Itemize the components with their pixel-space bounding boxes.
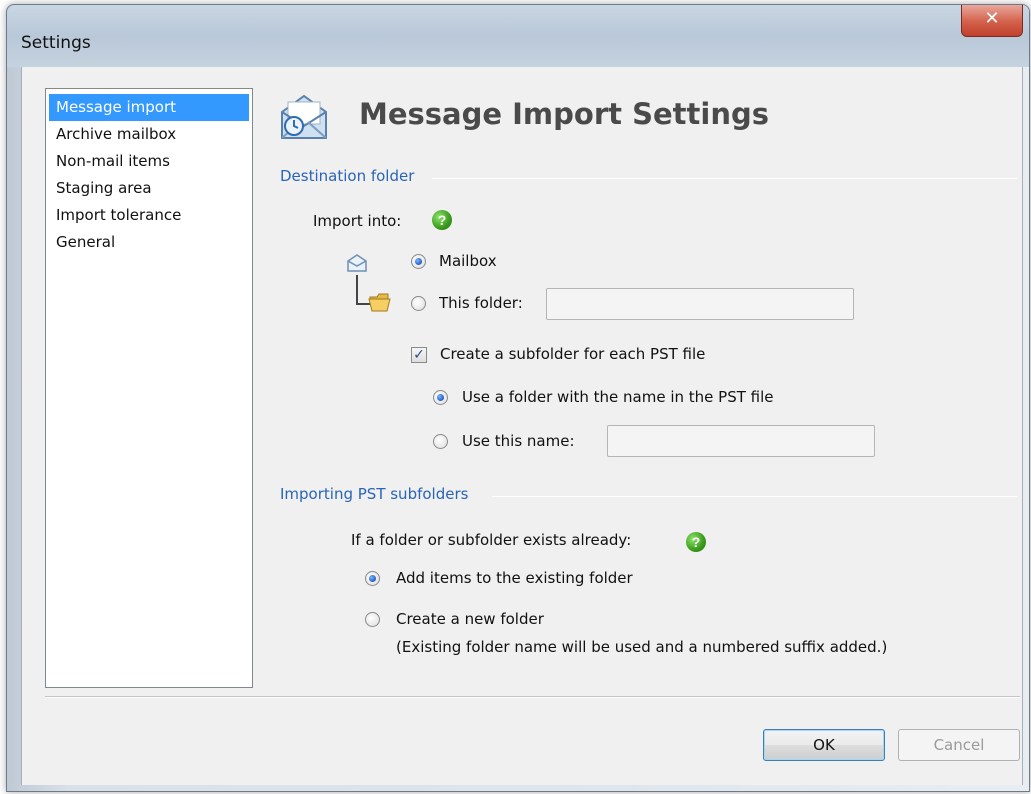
create-subfolder-label[interactable]: Create a subfolder for each PST file (440, 345, 705, 363)
use-this-name-radio[interactable] (433, 434, 448, 449)
help-icon[interactable]: ? (686, 532, 706, 552)
create-new-folder-label[interactable]: Create a new folder (396, 610, 544, 628)
use-pst-name-label[interactable]: Use a folder with the name in the PST fi… (462, 388, 774, 406)
pst-subfolders-group-title: Importing PST subfolders (280, 485, 477, 503)
import-into-label: Import into: (313, 212, 402, 230)
sidebar-item-import-tolerance[interactable]: Import tolerance (49, 202, 249, 229)
add-items-label[interactable]: Add items to the existing folder (396, 569, 633, 587)
this-folder-radio[interactable] (411, 296, 426, 311)
create-new-folder-radio[interactable] (365, 612, 380, 627)
tree-connector (356, 275, 358, 305)
group-divider (492, 496, 1017, 497)
help-icon[interactable]: ? (432, 210, 452, 230)
sidebar-item-archive-mailbox[interactable]: Archive mailbox (49, 121, 249, 148)
settings-dialog: Settings ✕ Message import Archive mailbo… (6, 4, 1030, 792)
sidebar-item-staging-area[interactable]: Staging area (49, 175, 249, 202)
cancel-button[interactable]: Cancel (898, 729, 1020, 761)
page-title: Message Import Settings (359, 97, 769, 131)
mailbox-radio[interactable] (411, 254, 426, 269)
mailbox-radio-label[interactable]: Mailbox (439, 252, 497, 270)
use-pst-name-radio[interactable] (433, 390, 448, 405)
use-this-name-label[interactable]: Use this name: (462, 432, 575, 450)
sidebar-item-message-import[interactable]: Message import (49, 94, 249, 121)
use-this-name-input[interactable] (607, 425, 875, 457)
this-folder-input[interactable] (546, 288, 854, 320)
dialog-body: Message import Archive mailbox Non-mail … (21, 67, 1023, 785)
sidebar-item-general[interactable]: General (49, 229, 249, 256)
add-items-radio[interactable] (365, 571, 380, 586)
envelope-clock-icon (281, 94, 327, 139)
this-folder-radio-label[interactable]: This folder: (439, 294, 523, 312)
footer-separator (45, 696, 1020, 698)
window-title: Settings (21, 33, 91, 53)
mailbox-envelope-icon (347, 254, 367, 272)
title-bar[interactable]: Settings ✕ (7, 5, 1029, 67)
close-button[interactable]: ✕ (961, 5, 1023, 37)
folder-icon (368, 293, 391, 312)
group-divider (432, 178, 1017, 179)
create-subfolder-checkbox[interactable]: ✓ (411, 347, 427, 363)
folder-exists-label: If a folder or subfolder exists already: (351, 531, 632, 549)
create-new-folder-note: (Existing folder name will be used and a… (396, 638, 888, 656)
destination-folder-group-title: Destination folder (280, 167, 423, 185)
settings-category-list[interactable]: Message import Archive mailbox Non-mail … (45, 88, 253, 688)
sidebar-item-non-mail-items[interactable]: Non-mail items (49, 148, 249, 175)
ok-button[interactable]: OK (763, 729, 885, 761)
